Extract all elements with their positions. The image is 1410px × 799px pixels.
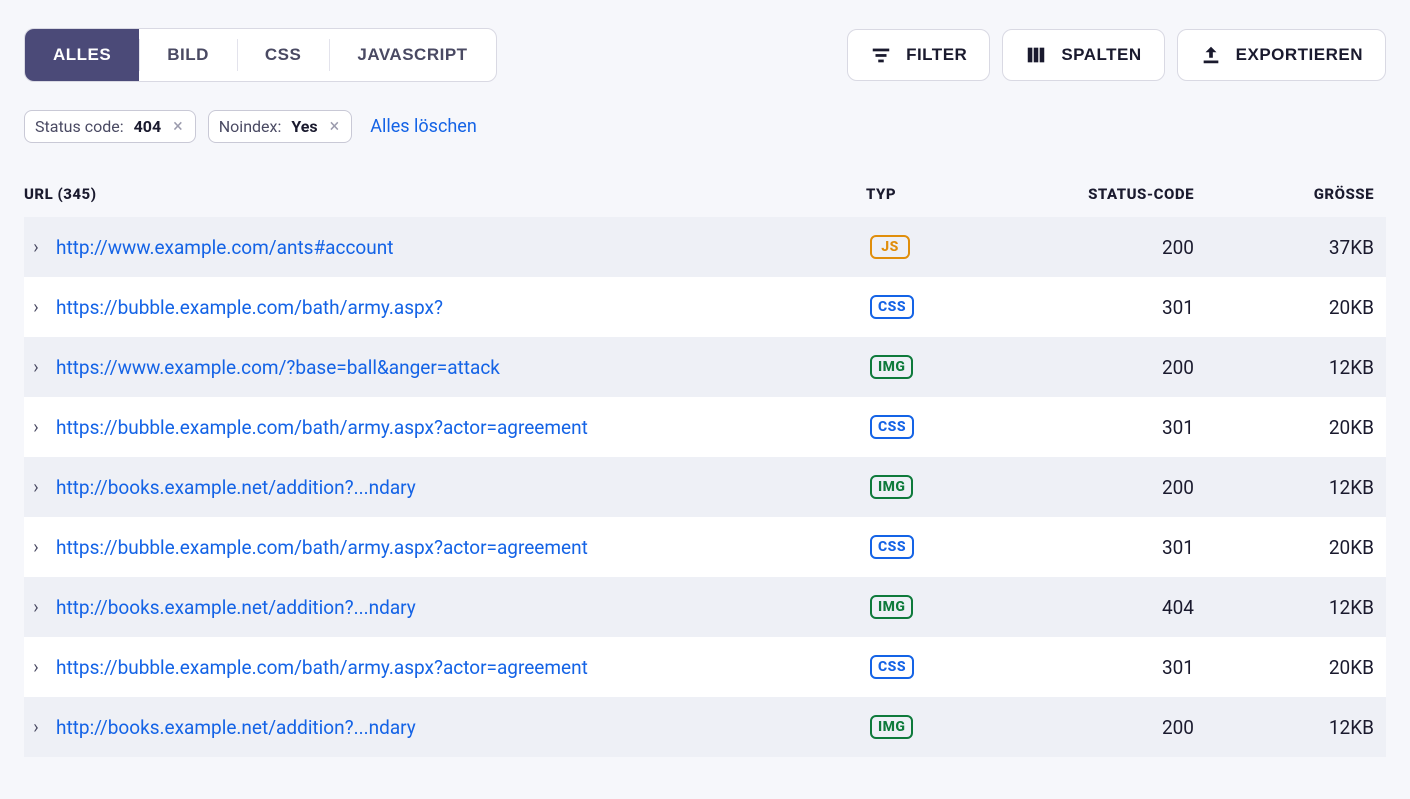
- chevron-right-icon[interactable]: ›: [24, 657, 48, 678]
- url-link[interactable]: http://books.example.net/addition?...nda…: [56, 476, 866, 499]
- type-tabs: ALLESBILDCSSJAVASCRIPT: [24, 28, 497, 82]
- chevron-right-icon[interactable]: ›: [24, 477, 48, 498]
- type-badge: IMG: [870, 355, 913, 379]
- chevron-right-icon[interactable]: ›: [24, 537, 48, 558]
- status-cell: 200: [1006, 236, 1206, 259]
- export-button[interactable]: EXPORTIEREN: [1177, 29, 1386, 81]
- type-cell: CSS: [866, 655, 1006, 679]
- size-cell: 20KB: [1206, 416, 1386, 439]
- toolbar: ALLESBILDCSSJAVASCRIPT FILTER SPALTEN EX…: [24, 28, 1386, 82]
- tab-javascript[interactable]: JAVASCRIPT: [329, 29, 495, 81]
- type-cell: IMG: [866, 355, 1006, 379]
- table-row: › https://www.example.com/?base=ball&ange…: [24, 337, 1386, 397]
- type-cell: IMG: [866, 715, 1006, 739]
- resources-table: URL (345) TYP STATUS-CODE GRÖSSE › http:/…: [24, 171, 1386, 757]
- url-link[interactable]: http://www.example.com/ants#account: [56, 236, 866, 259]
- type-cell: JS: [866, 235, 1006, 259]
- table-row: › http://books.example.net/addition?...nd…: [24, 697, 1386, 757]
- type-badge: CSS: [870, 415, 914, 439]
- type-badge: CSS: [870, 295, 914, 319]
- type-cell: IMG: [866, 475, 1006, 499]
- filter-button-label: FILTER: [906, 45, 967, 65]
- type-badge: IMG: [870, 715, 913, 739]
- url-link[interactable]: http://books.example.net/addition?...nda…: [56, 716, 866, 739]
- columns-icon: [1025, 44, 1047, 66]
- chevron-right-icon[interactable]: ›: [24, 237, 48, 258]
- close-icon[interactable]: ×: [171, 118, 185, 136]
- filter-chip-value: 404: [134, 117, 162, 136]
- type-badge: CSS: [870, 535, 914, 559]
- size-cell: 12KB: [1206, 716, 1386, 739]
- columns-button-label: SPALTEN: [1061, 45, 1141, 65]
- status-cell: 301: [1006, 656, 1206, 679]
- table-row: › http://books.example.net/addition?...nd…: [24, 457, 1386, 517]
- size-cell: 12KB: [1206, 476, 1386, 499]
- chevron-right-icon[interactable]: ›: [24, 357, 48, 378]
- size-cell: 20KB: [1206, 296, 1386, 319]
- type-cell: CSS: [866, 415, 1006, 439]
- type-cell: IMG: [866, 595, 1006, 619]
- size-cell: 12KB: [1206, 356, 1386, 379]
- filter-button[interactable]: FILTER: [847, 29, 990, 81]
- filter-chip[interactable]: Noindex: Yes ×: [208, 110, 352, 143]
- col-header-status[interactable]: STATUS-CODE: [1006, 185, 1206, 203]
- tab-bild[interactable]: BILD: [139, 29, 237, 81]
- url-link[interactable]: https://bubble.example.com/bath/army.asp…: [56, 416, 866, 439]
- table-row: › http://books.example.net/addition?...nd…: [24, 577, 1386, 637]
- export-icon: [1200, 44, 1222, 66]
- filter-chip[interactable]: Status code: 404 ×: [24, 110, 196, 143]
- status-cell: 200: [1006, 476, 1206, 499]
- clear-all-filters[interactable]: Alles löschen: [370, 116, 477, 137]
- size-cell: 37KB: [1206, 236, 1386, 259]
- col-header-size[interactable]: GRÖSSE: [1206, 185, 1386, 203]
- columns-button[interactable]: SPALTEN: [1002, 29, 1164, 81]
- filter-chip-value: Yes: [291, 117, 317, 136]
- url-link[interactable]: https://www.example.com/?base=ball&anger…: [56, 356, 866, 379]
- table-row: › https://bubble.example.com/bath/army.as…: [24, 517, 1386, 577]
- close-icon[interactable]: ×: [328, 118, 342, 136]
- type-badge: IMG: [870, 595, 913, 619]
- url-link[interactable]: https://bubble.example.com/bath/army.asp…: [56, 536, 866, 559]
- type-cell: CSS: [866, 535, 1006, 559]
- table-row: › https://bubble.example.com/bath/army.as…: [24, 397, 1386, 457]
- url-link[interactable]: https://bubble.example.com/bath/army.asp…: [56, 296, 866, 319]
- tab-alles[interactable]: ALLES: [25, 29, 139, 81]
- type-badge: JS: [870, 235, 910, 259]
- filter-icon: [870, 44, 892, 66]
- col-header-type[interactable]: TYP: [866, 185, 1006, 203]
- action-buttons: FILTER SPALTEN EXPORTIEREN: [847, 29, 1386, 81]
- table-row: › http://www.example.com/ants#accountJS 20…: [24, 217, 1386, 277]
- status-cell: 404: [1006, 596, 1206, 619]
- status-cell: 301: [1006, 296, 1206, 319]
- active-filters: Status code: 404 × Noindex: Yes × Alles lösc…: [24, 110, 1386, 143]
- chevron-right-icon[interactable]: ›: [24, 417, 48, 438]
- size-cell: 20KB: [1206, 656, 1386, 679]
- tab-css[interactable]: CSS: [237, 29, 329, 81]
- filter-chip-label: Status code:: [35, 117, 124, 136]
- chevron-right-icon[interactable]: ›: [24, 297, 48, 318]
- url-link[interactable]: http://books.example.net/addition?...nda…: [56, 596, 866, 619]
- table-header: URL (345) TYP STATUS-CODE GRÖSSE: [24, 171, 1386, 217]
- status-cell: 301: [1006, 536, 1206, 559]
- type-badge: CSS: [870, 655, 914, 679]
- status-cell: 200: [1006, 356, 1206, 379]
- status-cell: 301: [1006, 416, 1206, 439]
- status-cell: 200: [1006, 716, 1206, 739]
- export-button-label: EXPORTIEREN: [1236, 45, 1363, 65]
- col-header-url[interactable]: URL (345): [24, 185, 866, 203]
- chevron-right-icon[interactable]: ›: [24, 597, 48, 618]
- filter-chip-label: Noindex:: [219, 117, 282, 136]
- size-cell: 12KB: [1206, 596, 1386, 619]
- type-cell: CSS: [866, 295, 1006, 319]
- table-row: › https://bubble.example.com/bath/army.as…: [24, 277, 1386, 337]
- chevron-right-icon[interactable]: ›: [24, 717, 48, 738]
- url-link[interactable]: https://bubble.example.com/bath/army.asp…: [56, 656, 866, 679]
- type-badge: IMG: [870, 475, 913, 499]
- table-row: › https://bubble.example.com/bath/army.as…: [24, 637, 1386, 697]
- size-cell: 20KB: [1206, 536, 1386, 559]
